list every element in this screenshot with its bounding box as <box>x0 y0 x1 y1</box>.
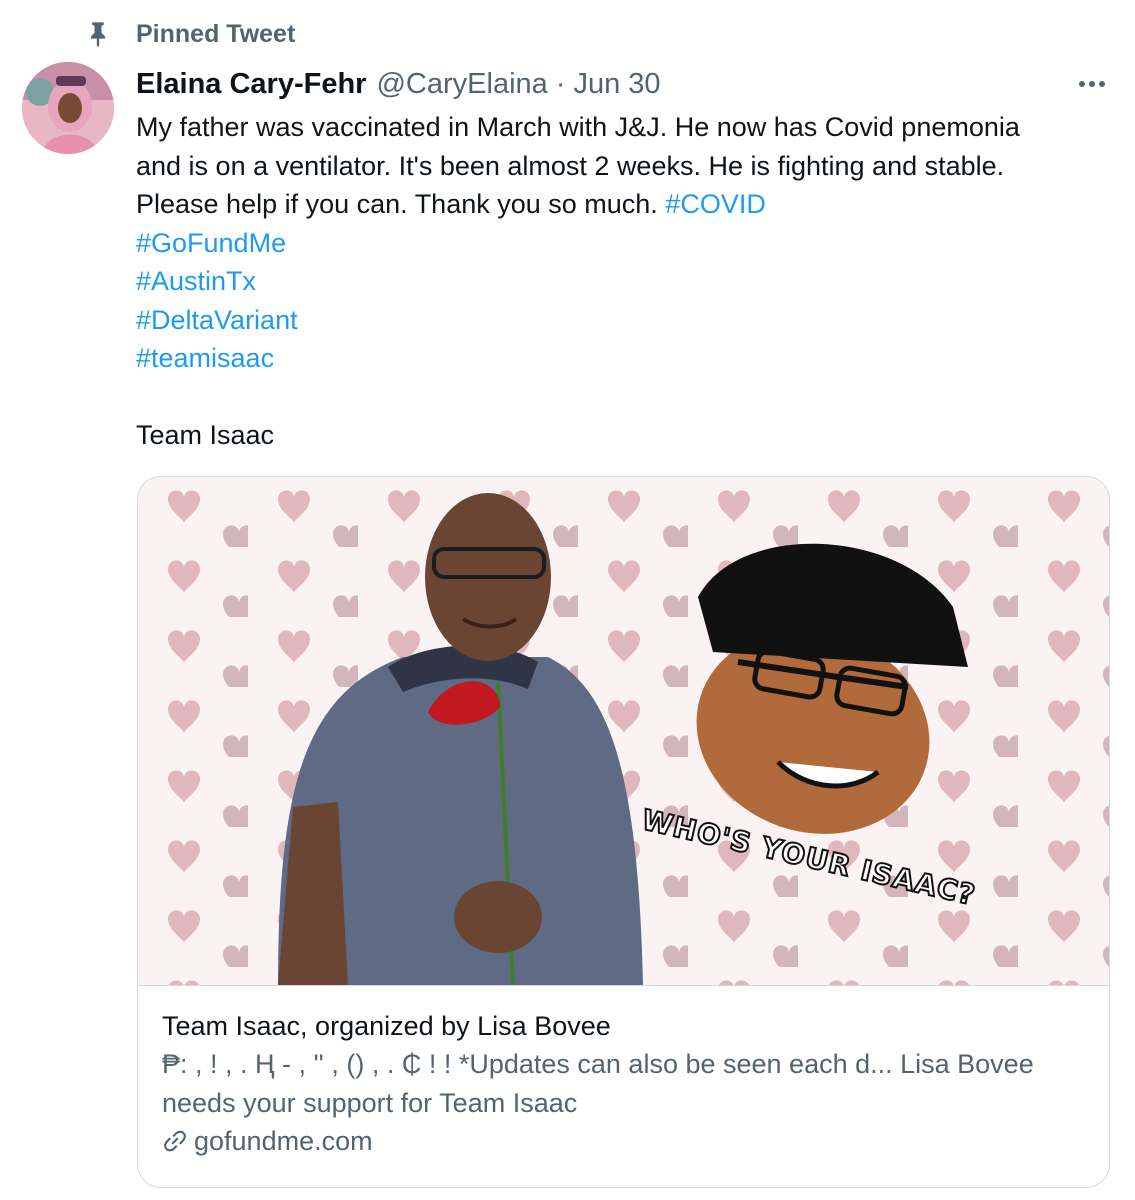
tweet-header: Elaina Cary-Fehr @CaryElaina · Jun 30 <box>136 64 661 104</box>
avatar[interactable] <box>22 62 114 154</box>
author-name[interactable]: Elaina Cary-Fehr <box>136 68 366 101</box>
tweet-text-line: and is on a ventilator. It's been almost… <box>136 150 1005 181</box>
card-title: Team Isaac, organized by Lisa Bovee <box>162 1011 611 1041</box>
hashtag-link[interactable]: #teamisaac <box>136 339 1116 378</box>
avatar-image <box>22 62 114 154</box>
pinned-label: Pinned Tweet <box>136 20 296 48</box>
tweet-text-segment: Please help if you can. Thank you so muc… <box>136 189 666 219</box>
card-domain: gofundme.com <box>162 1122 1082 1160</box>
tweet-date[interactable]: Jun 30 <box>573 68 660 101</box>
card-description: ₱: , ! , . Ⱨ - , '' , () , . ₵ ! ! *Upda… <box>162 1049 1034 1118</box>
tweet-text-line: Please help if you can. Thank you so muc… <box>136 185 1116 224</box>
more-icon <box>1079 81 1085 87</box>
more-options-button[interactable] <box>1070 64 1114 104</box>
pin-icon <box>91 22 105 47</box>
separator-dot: · <box>555 67 566 100</box>
hashtag-link[interactable]: #COVID <box>665 189 766 219</box>
tweet-closing-line: Team Isaac <box>136 420 275 450</box>
card-image[interactable]: WHO'S YOUR ISAAC? <box>138 477 1109 986</box>
tweet-text: My father was vaccinated in March with J… <box>136 108 1116 455</box>
tweet-text-line: My father was vaccinated in March with J… <box>136 112 1020 142</box>
pinned-tweet-indicator: Pinned Tweet <box>84 16 295 52</box>
card-text: Team Isaac, organized by Lisa Bovee ₱: ,… <box>162 1007 1082 1160</box>
hashtag-link[interactable]: #DeltaVariant <box>136 301 1116 340</box>
link-preview-card[interactable]: WHO'S YOUR ISAAC? Team Isaac, organized … <box>137 476 1110 1188</box>
author-handle[interactable]: @CaryElaina <box>376 68 547 101</box>
hashtag-link[interactable]: #GoFundMe <box>136 224 1116 263</box>
hashtag-link[interactable]: #AustinTx <box>136 262 1116 301</box>
link-icon <box>164 1130 186 1152</box>
card-domain-text: gofundme.com <box>194 1126 373 1156</box>
